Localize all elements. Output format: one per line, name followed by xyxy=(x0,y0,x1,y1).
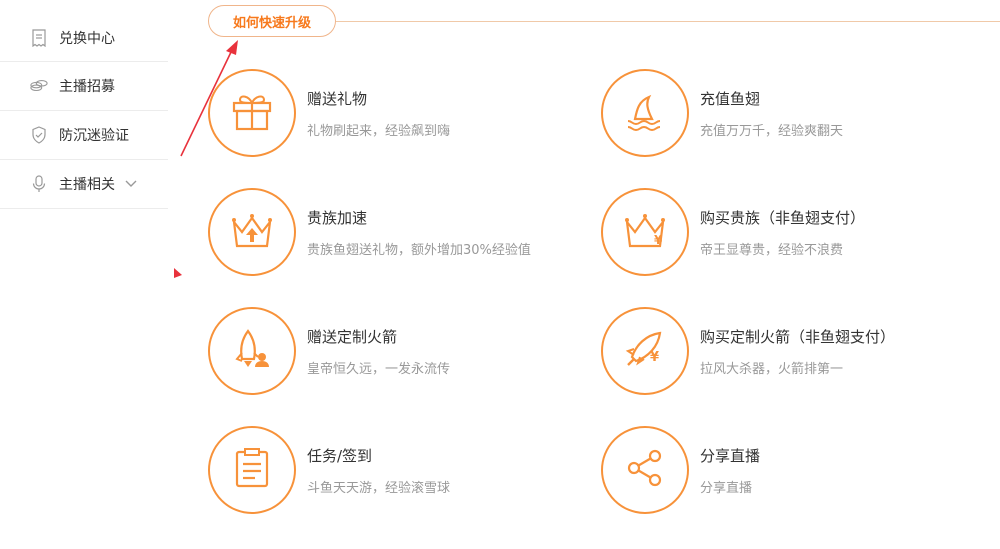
chevron-down-icon[interactable] xyxy=(125,176,137,192)
rocket-person-icon xyxy=(230,327,274,375)
card-share-stream[interactable]: 分享直播 分享直播 xyxy=(601,426,760,514)
crown-yen-icon: ¥ xyxy=(621,210,669,254)
card-subtitle: 分享直播 xyxy=(700,480,753,496)
sidebar-item-streamer-recruit[interactable]: 主播招募 xyxy=(0,62,168,111)
page-title: 如何快速升级 xyxy=(208,5,336,37)
card-noble-boost[interactable]: 贵族加速 贵族鱼翅送礼物，额外增加30%经验值 xyxy=(208,188,531,276)
card-buy-rocket[interactable]: ¥ 购买定制火箭（非鱼翅支付） 拉风大杀器，火箭排第一 xyxy=(601,307,895,395)
crown-up-icon xyxy=(228,210,276,254)
svg-text:¥: ¥ xyxy=(654,233,663,247)
card-title: 购买贵族（非鱼翅支付） xyxy=(700,208,866,227)
card-title: 分享直播 xyxy=(700,446,761,465)
card-icon-circle xyxy=(601,69,689,157)
card-icon-circle xyxy=(601,426,689,514)
sidebar-item-exchange-center[interactable]: 兑换中心 xyxy=(0,0,168,62)
svg-text:¥: ¥ xyxy=(650,350,659,365)
sidebar-item-label: 主播招募 xyxy=(59,79,115,95)
card-subtitle: 拉风大杀器，火箭排第一 xyxy=(700,361,844,377)
sidebar-item-label: 兑换中心 xyxy=(59,30,115,47)
card-subtitle: 斗鱼天天游，经验滚雪球 xyxy=(307,480,451,496)
card-buy-noble[interactable]: ¥ 购买贵族（非鱼翅支付） 帝王显尊贵，经验不浪费 xyxy=(601,188,865,276)
gift-icon xyxy=(230,91,274,135)
card-title: 购买定制火箭（非鱼翅支付） xyxy=(700,327,896,346)
microphone-icon xyxy=(30,175,48,193)
card-send-gift[interactable]: 赠送礼物 礼物刷起来，经验飙到嗨 xyxy=(208,69,450,157)
card-icon-circle xyxy=(208,188,296,276)
card-subtitle: 帝王显尊贵，经验不浪费 xyxy=(700,242,844,258)
card-title: 充值鱼翅 xyxy=(700,89,761,108)
card-title: 任务/签到 xyxy=(307,446,373,465)
sidebar: 兑换中心 主播招募 防沉迷验证 主播相关 xyxy=(0,0,168,209)
card-title: 赠送定制火箭 xyxy=(307,327,398,346)
card-icon-circle xyxy=(208,426,296,514)
rocket-yen-icon: ¥ xyxy=(622,327,668,375)
checklist-icon xyxy=(234,447,270,493)
share-icon xyxy=(625,448,665,492)
card-send-rocket[interactable]: 赠送定制火箭 皇帝恒久远，一发永流传 xyxy=(208,307,450,395)
card-icon-circle xyxy=(208,69,296,157)
shark-fin-icon xyxy=(623,91,667,135)
card-icon-circle xyxy=(208,307,296,395)
coins-icon xyxy=(30,77,48,95)
card-task-checkin[interactable]: 任务/签到 斗鱼天天游，经验滚雪球 xyxy=(208,426,450,514)
receipt-icon xyxy=(30,28,48,47)
card-subtitle: 贵族鱼翅送礼物，额外增加30%经验值 xyxy=(307,242,531,258)
card-icon-circle: ¥ xyxy=(601,188,689,276)
sidebar-item-anti-addiction[interactable]: 防沉迷验证 xyxy=(0,111,168,160)
card-recharge-fins[interactable]: 充值鱼翅 充值万万千，经验爽翻天 xyxy=(601,69,843,157)
card-subtitle: 充值万万千，经验爽翻天 xyxy=(700,123,844,139)
sidebar-item-label: 主播相关 xyxy=(59,177,115,193)
card-subtitle: 皇帝恒久远，一发永流传 xyxy=(307,361,451,377)
card-icon-circle: ¥ xyxy=(601,307,689,395)
card-subtitle: 礼物刷起来，经验飙到嗨 xyxy=(307,123,451,139)
sidebar-item-label: 防沉迷验证 xyxy=(59,128,129,144)
card-title: 赠送礼物 xyxy=(307,89,368,108)
sidebar-item-streamer-related[interactable]: 主播相关 xyxy=(0,160,168,209)
card-title: 贵族加速 xyxy=(307,208,368,227)
header-divider xyxy=(336,21,1000,22)
shield-icon xyxy=(30,126,48,144)
